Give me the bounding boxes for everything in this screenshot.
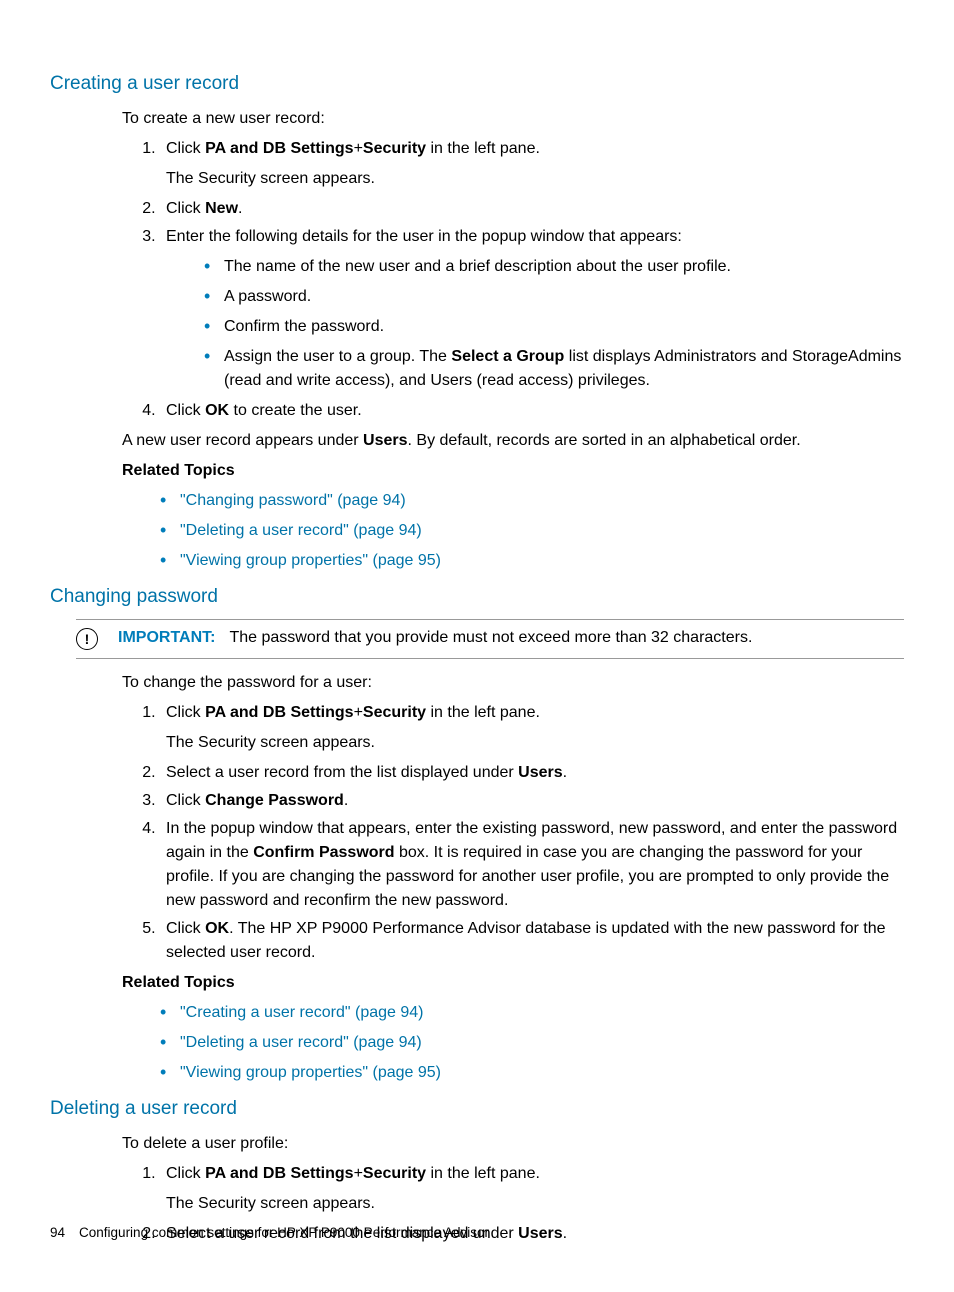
important-icon: ! [76, 628, 98, 650]
bullet-item: Assign the user to a group. The Select a… [204, 345, 904, 393]
related-topics-list: "Changing password" (page 94) "Deleting … [122, 489, 904, 573]
section-heading-creating: Creating a user record [50, 70, 904, 99]
section-heading-changing: Changing password [50, 583, 904, 612]
bullet-item: The name of the new user and a brief des… [204, 255, 904, 279]
related-link-item: "Deleting a user record" (page 94) [160, 1031, 904, 1055]
page-footer: 94 Configuring common settings for HP XP … [50, 1223, 489, 1243]
intro-text: To create a new user record: [122, 107, 904, 131]
step-item: Click PA and DB Settings+Security in the… [160, 137, 904, 191]
step-subtext: The Security screen appears. [166, 1192, 904, 1216]
related-link-item: "Viewing group properties" (page 95) [160, 549, 904, 573]
step-subtext: The Security screen appears. [166, 167, 904, 191]
step-item: Click OK. The HP XP P9000 Performance Ad… [160, 917, 904, 965]
step-item: Click OK to create the user. [160, 399, 904, 423]
related-link-item: "Viewing group properties" (page 95) [160, 1061, 904, 1085]
link-creating-user-record[interactable]: "Creating a user record" (page 94) [180, 1004, 423, 1021]
note-text: The password that you provide must not e… [229, 629, 752, 646]
step-subtext: The Security screen appears. [166, 731, 904, 755]
step-item: In the popup window that appears, enter … [160, 817, 904, 913]
steps-list: Click PA and DB Settings+Security in the… [122, 701, 904, 965]
related-link-item: "Creating a user record" (page 94) [160, 1001, 904, 1025]
related-link-item: "Changing password" (page 94) [160, 489, 904, 513]
link-changing-password[interactable]: "Changing password" (page 94) [180, 492, 406, 509]
section-heading-deleting: Deleting a user record [50, 1095, 904, 1124]
related-topics-list: "Creating a user record" (page 94) "Dele… [122, 1001, 904, 1085]
link-deleting-user-record[interactable]: "Deleting a user record" (page 94) [180, 1034, 422, 1051]
page-number: 94 [50, 1225, 65, 1240]
related-link-item: "Deleting a user record" (page 94) [160, 519, 904, 543]
bullet-item: A password. [204, 285, 904, 309]
step-item: Click New. [160, 197, 904, 221]
step-item: Click PA and DB Settings+Security in the… [160, 701, 904, 755]
link-viewing-group-properties[interactable]: "Viewing group properties" (page 95) [180, 1064, 441, 1081]
outro-text: A new user record appears under Users. B… [122, 429, 904, 453]
link-viewing-group-properties[interactable]: "Viewing group properties" (page 95) [180, 552, 441, 569]
related-topics-label: Related Topics [122, 971, 904, 995]
section-body-changing: To change the password for a user: Click… [122, 671, 904, 1085]
important-note: ! IMPORTANT: The password that you provid… [76, 619, 904, 659]
intro-text: To change the password for a user: [122, 671, 904, 695]
footer-title: Configuring common settings for HP XP P9… [79, 1225, 489, 1240]
steps-list: Click PA and DB Settings+Security in the… [122, 137, 904, 423]
bullet-item: Confirm the password. [204, 315, 904, 339]
section-body-creating: To create a new user record: Click PA an… [122, 107, 904, 573]
step-item: Enter the following details for the user… [160, 225, 904, 393]
intro-text: To delete a user profile: [122, 1132, 904, 1156]
link-deleting-user-record[interactable]: "Deleting a user record" (page 94) [180, 522, 422, 539]
note-content: IMPORTANT: The password that you provide … [118, 626, 752, 650]
step-item: Click Change Password. [160, 789, 904, 813]
step-item: Click PA and DB Settings+Security in the… [160, 1162, 904, 1216]
note-label: IMPORTANT: [118, 629, 215, 646]
related-topics-label: Related Topics [122, 459, 904, 483]
step-item: Select a user record from the list displ… [160, 761, 904, 785]
sub-bullets: The name of the new user and a brief des… [166, 255, 904, 393]
